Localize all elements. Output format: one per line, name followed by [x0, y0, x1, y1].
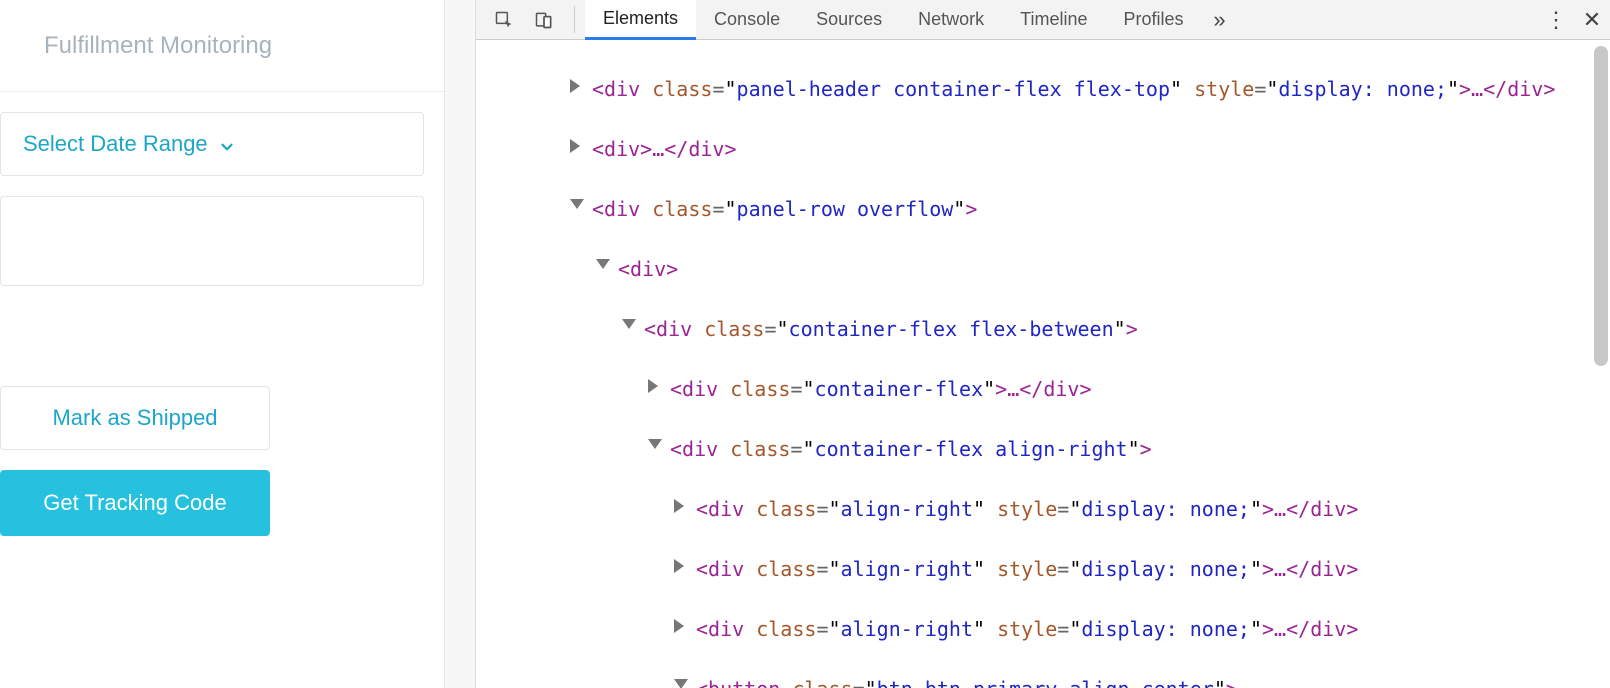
collapse-icon[interactable] — [596, 259, 610, 269]
tab-sources[interactable]: Sources — [798, 0, 900, 39]
tab-console[interactable]: Console — [696, 0, 798, 39]
expand-icon[interactable] — [648, 379, 658, 393]
dom-node[interactable]: <button class="btn btn-primary align-cen… — [696, 674, 1610, 688]
dom-node[interactable]: <div> — [618, 254, 1610, 284]
device-icon[interactable] — [524, 0, 564, 39]
devtools-panel: Elements Console Sources Network Timelin… — [476, 0, 1610, 688]
dom-node[interactable]: <div class="container-flex align-right"> — [670, 434, 1610, 464]
dom-node[interactable]: <div>…</div> — [592, 134, 1610, 164]
tab-profiles[interactable]: Profiles — [1106, 0, 1202, 39]
page-title: Fulfillment Monitoring — [0, 0, 444, 92]
expand-icon[interactable] — [674, 559, 684, 573]
tab-timeline[interactable]: Timeline — [1002, 0, 1105, 39]
inspect-icon[interactable] — [484, 0, 524, 39]
collapse-icon[interactable] — [648, 439, 662, 449]
collapse-icon[interactable] — [622, 319, 636, 329]
mark-shipped-button[interactable]: Mark as Shipped — [0, 386, 270, 450]
panel-gap — [445, 0, 476, 688]
dom-node[interactable]: <div class="panel-row overflow"> — [592, 194, 1610, 224]
dom-node[interactable]: <div class="align-right" style="display:… — [696, 494, 1610, 524]
tab-elements[interactable]: Elements — [585, 0, 696, 40]
elements-tree[interactable]: <div class="panel-header container-flex … — [476, 40, 1610, 688]
dom-node[interactable]: <div class="container-flex flex-between"… — [644, 314, 1610, 344]
expand-icon[interactable] — [570, 79, 580, 93]
separator — [574, 6, 575, 33]
dom-node[interactable]: <div class="align-right" style="display:… — [696, 554, 1610, 584]
chevron-down-icon — [218, 136, 234, 152]
expand-icon[interactable] — [674, 619, 684, 633]
collapse-icon[interactable] — [570, 199, 584, 209]
collapse-icon[interactable] — [674, 679, 688, 688]
close-icon[interactable]: ✕ — [1574, 0, 1610, 39]
date-range-select[interactable]: Select Date Range — [0, 112, 424, 176]
app-panel: Fulfillment Monitoring Select Date Range… — [0, 0, 445, 688]
dom-node[interactable]: <div class="panel-header container-flex … — [592, 74, 1610, 104]
dom-node[interactable]: <div class="container-flex">…</div> — [670, 374, 1610, 404]
get-tracking-button[interactable]: Get Tracking Code — [0, 470, 270, 536]
empty-card — [0, 196, 424, 286]
dom-tree: <div class="panel-header container-flex … — [476, 44, 1610, 688]
devtools-tabbar: Elements Console Sources Network Timelin… — [476, 0, 1610, 40]
expand-icon[interactable] — [674, 499, 684, 513]
tab-network[interactable]: Network — [900, 0, 1002, 39]
spacer — [0, 286, 444, 366]
tabs-overflow-icon[interactable]: » — [1202, 0, 1238, 39]
menu-icon[interactable]: ⋮ — [1538, 0, 1574, 39]
expand-icon[interactable] — [570, 139, 580, 153]
dom-node[interactable]: <div class="align-right" style="display:… — [696, 614, 1610, 644]
date-range-label: Select Date Range — [23, 131, 208, 157]
